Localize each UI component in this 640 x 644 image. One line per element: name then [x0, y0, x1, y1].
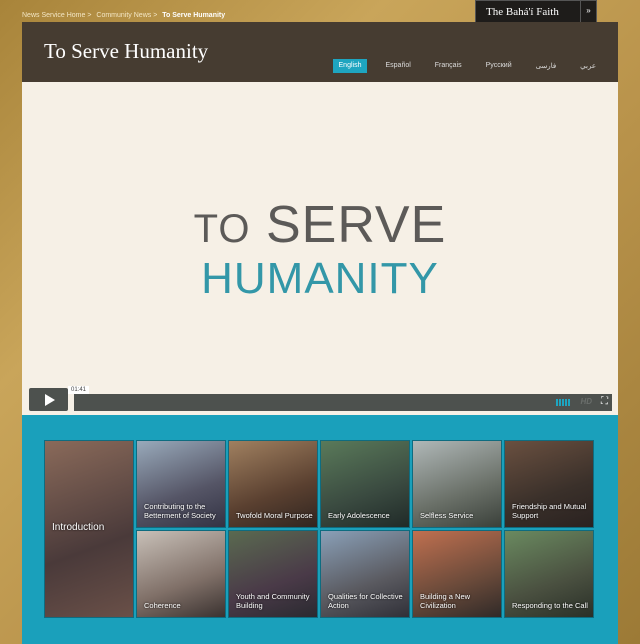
- chapter-tile[interactable]: Contributing to the Betterment of Societ…: [136, 440, 226, 528]
- chapter-grid: Introduction Contributing to the Betterme…: [44, 440, 594, 618]
- chapter-label: Responding to the Call: [512, 601, 588, 611]
- breadcrumb: News Service Home > Community News > To …: [22, 12, 228, 19]
- chapter-label: Introduction: [52, 522, 105, 533]
- play-button[interactable]: [29, 388, 68, 411]
- chapter-tile[interactable]: Coherence: [136, 530, 226, 618]
- progress-bar[interactable]: HD ⛶: [74, 394, 612, 411]
- video-title-to: TO: [193, 207, 251, 251]
- chapter-tile[interactable]: Twofold Moral Purpose: [228, 440, 318, 528]
- chapter-tile[interactable]: Qualities for Collective Action: [320, 530, 410, 618]
- video-title-serve: SERVE: [265, 196, 447, 254]
- chapter-tile[interactable]: Friendship and Mutual Support: [504, 440, 594, 528]
- breadcrumb-news-home[interactable]: News Service Home >: [22, 12, 91, 19]
- chapter-label: Coherence: [144, 601, 181, 611]
- video-player[interactable]: TO SERVE HUMANITY HD ⛶ 01:41: [22, 82, 618, 415]
- video-title-line1: TO SERVE: [22, 195, 618, 255]
- volume-icon[interactable]: [556, 399, 570, 406]
- language-2[interactable]: Français: [429, 59, 468, 73]
- hd-toggle[interactable]: HD: [580, 397, 592, 406]
- chapter-label: Qualities for Collective Action: [328, 591, 403, 611]
- video-title-line2: HUMANITY: [201, 254, 439, 303]
- language-selector: English Español Français Русский فارسی عربي: [321, 59, 602, 73]
- header: To Serve Humanity English Español Français…: [22, 22, 618, 82]
- chapter-label: Early Adolescence: [328, 511, 390, 521]
- language-1[interactable]: Español: [379, 59, 416, 73]
- breadcrumb-community-news[interactable]: Community News >: [96, 12, 157, 19]
- chapter-tile[interactable]: Youth and Community Building: [228, 530, 318, 618]
- chapter-tile[interactable]: Building a New Civilization: [412, 530, 502, 618]
- language-0[interactable]: English: [332, 59, 368, 73]
- language-4[interactable]: فارسی: [530, 59, 563, 73]
- breadcrumb-current: To Serve Humanity: [162, 12, 226, 19]
- chapter-label: Selfless Service: [420, 511, 474, 521]
- page-title: To Serve Humanity: [44, 39, 209, 63]
- language-3[interactable]: Русский: [480, 59, 518, 73]
- chapter-tile[interactable]: Early Adolescence: [320, 440, 410, 528]
- chapter-tile[interactable]: Introduction: [44, 440, 134, 618]
- chapter-label: Youth and Community Building: [236, 591, 310, 611]
- chapter-tile[interactable]: Responding to the Call: [504, 530, 594, 618]
- chapter-label: Twofold Moral Purpose: [236, 511, 313, 521]
- fullscreen-icon[interactable]: ⛶: [601, 396, 608, 407]
- chapter-label: Contributing to the Betterment of Societ…: [144, 501, 216, 521]
- chapter-label: Friendship and Mutual Support: [512, 501, 587, 521]
- chapter-panel: Introduction Contributing to the Betterme…: [22, 415, 618, 644]
- chapter-tile[interactable]: Selfless Service: [412, 440, 502, 528]
- language-5[interactable]: عربي: [574, 59, 602, 73]
- chapter-label: Building a New Civilization: [420, 591, 471, 611]
- time-tooltip: 01:41: [68, 386, 90, 394]
